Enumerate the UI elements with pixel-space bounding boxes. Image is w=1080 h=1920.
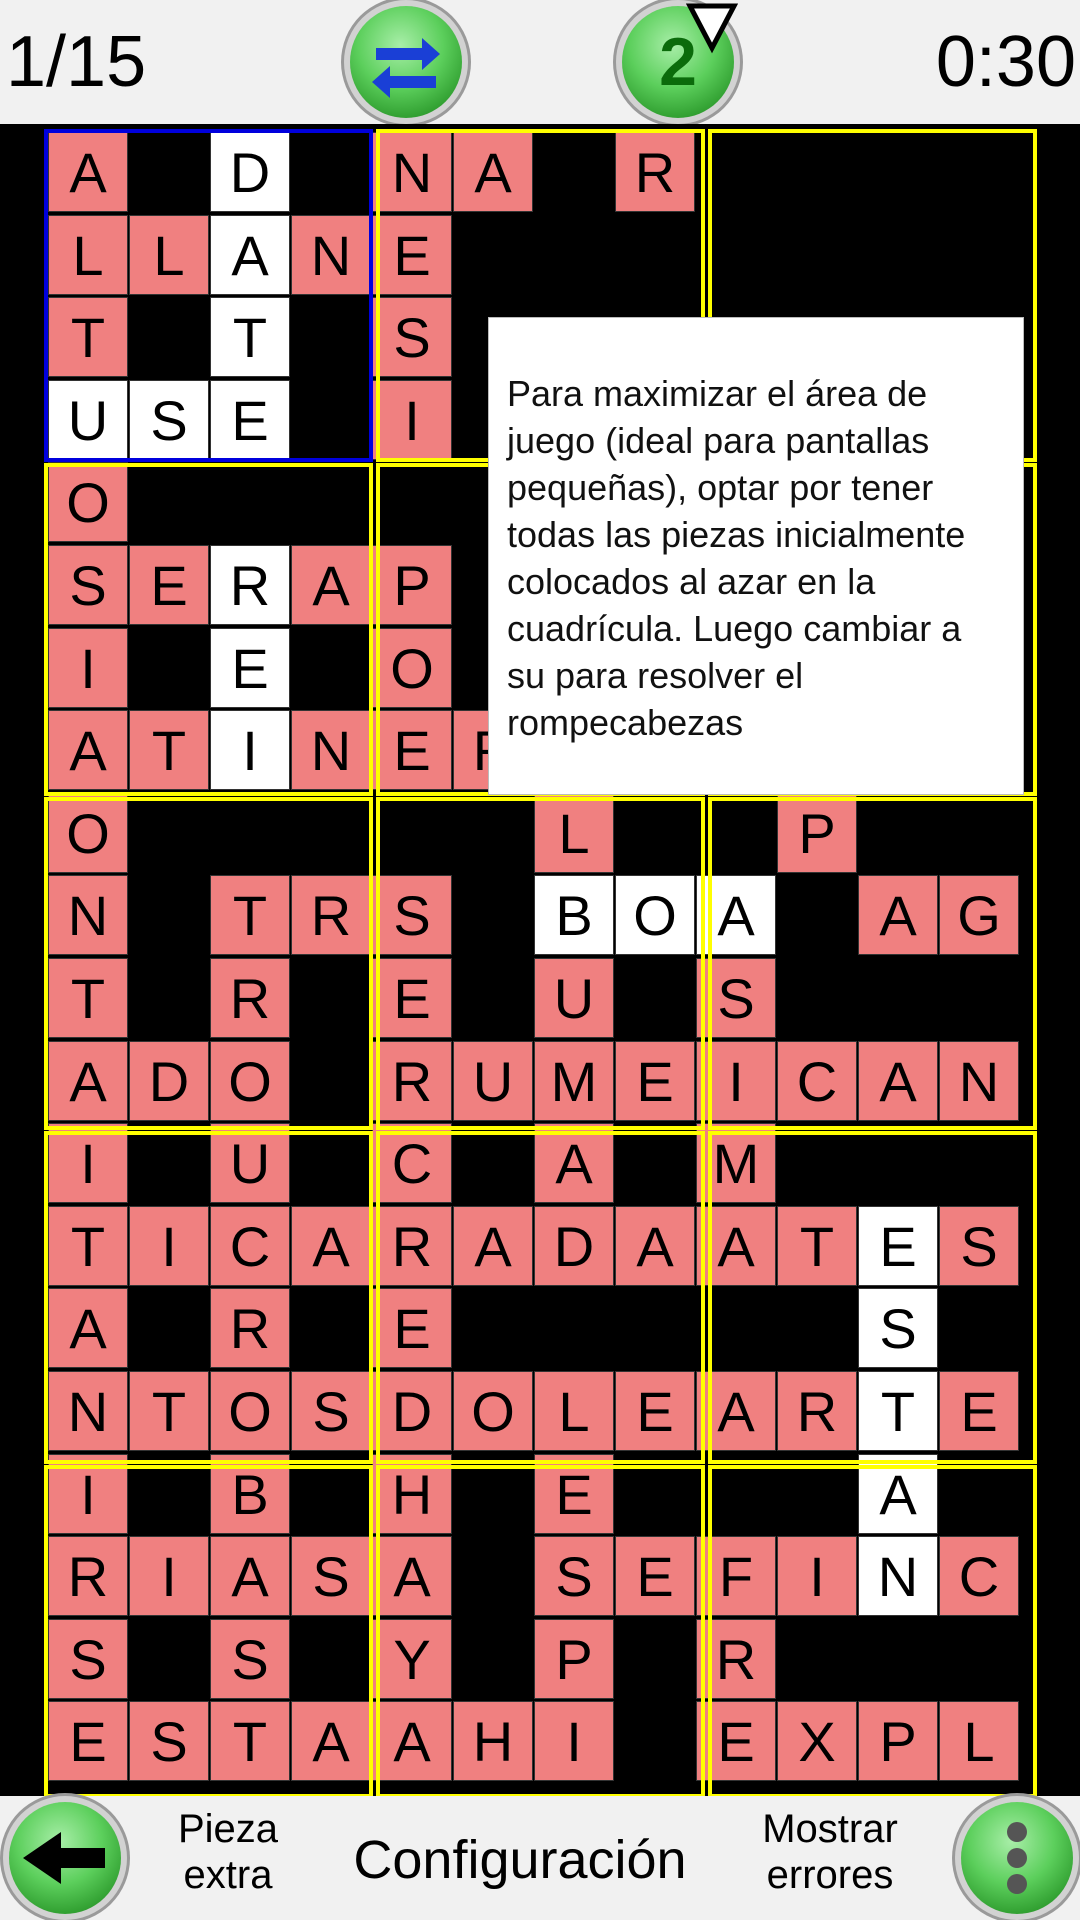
puzzle-piece[interactable] [708, 1465, 1037, 1798]
extra-piece-label-line2: extra [183, 1853, 273, 1897]
puzzle-board[interactable]: ADNARLLANETTSUSEIOSERAPIEODIATINERONTRUY… [0, 124, 1080, 1798]
top-bar: 1/15 2 0:30 [0, 0, 1080, 124]
bottom-bar: Pieza extra Configuración Mostrar errore… [0, 1796, 1080, 1920]
back-button[interactable] [9, 1802, 121, 1914]
puzzle-piece[interactable] [376, 1131, 705, 1464]
more-vertical-icon [1007, 1822, 1027, 1894]
puzzle-piece[interactable] [44, 797, 373, 1130]
puzzle-piece[interactable] [376, 1465, 705, 1798]
puzzle-piece[interactable] [44, 1465, 373, 1798]
show-errors-label-line2: errores [766, 1853, 894, 1897]
swap-button[interactable] [350, 6, 462, 118]
show-errors-button[interactable]: Mostrar errores [730, 1806, 930, 1898]
settings-button[interactable]: Configuración [340, 1830, 700, 1890]
back-arrow-icon [23, 1832, 105, 1884]
puzzle-piece-selected[interactable] [44, 129, 373, 462]
puzzle-progress: 1/15 [6, 22, 147, 102]
dropdown-triangle-icon[interactable] [686, 2, 738, 54]
puzzle-piece[interactable] [376, 797, 705, 1130]
puzzle-piece[interactable] [708, 1131, 1037, 1464]
puzzle-piece[interactable] [44, 1131, 373, 1464]
extra-piece-label-line1: Pieza [177, 1807, 279, 1851]
tip-text: Para maximizar el área de juego (ideal p… [507, 373, 966, 743]
swap-arrows-icon [372, 38, 440, 98]
timer: 0:30 [935, 22, 1076, 102]
extra-piece-button[interactable]: Pieza extra [150, 1806, 306, 1898]
puzzle-piece[interactable] [44, 463, 373, 796]
show-errors-label-line1: Mostrar [762, 1807, 898, 1851]
tip-popup[interactable]: Para maximizar el área de juego (ideal p… [488, 317, 1024, 795]
puzzle-piece[interactable] [708, 797, 1037, 1130]
more-button[interactable] [961, 1802, 1073, 1914]
